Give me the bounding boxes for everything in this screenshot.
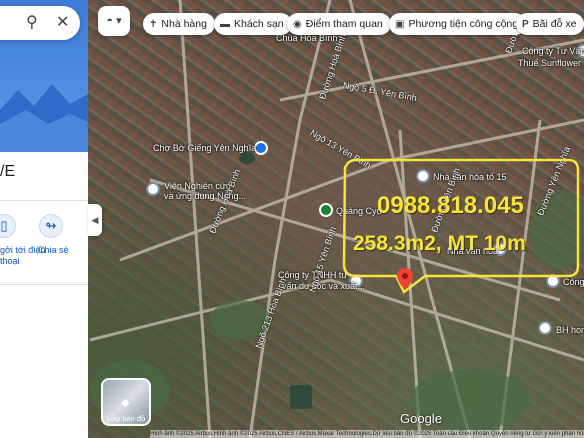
hotel-icon: ▬ (220, 19, 230, 30)
divider (0, 284, 88, 285)
layer-toggle-label: Lớp bản đồ (107, 414, 146, 423)
collapse-panel-button[interactable]: ◀ (88, 204, 102, 236)
chip-label: Bãi đỗ xe (532, 18, 577, 30)
land-area-text: 258.3m2, MT 10m (353, 232, 526, 255)
chip-transit[interactable]: ▣ Phương tiện công cộng (389, 13, 527, 35)
divider (0, 200, 88, 201)
search-box[interactable]: ⚲ ✕ (0, 6, 80, 40)
chip-parking[interactable]: P Bãi đỗ xe (516, 13, 584, 35)
chevron-left-icon: ◀ (91, 215, 99, 225)
chip-restaurants[interactable]: ✝ Nhà hàng (143, 13, 215, 35)
search-icon[interactable]: ⚲ (26, 14, 38, 32)
parking-icon: P (522, 19, 529, 30)
google-logo: Google (400, 411, 442, 426)
mountain-graphic (0, 84, 88, 152)
close-icon[interactable]: ✕ (56, 14, 69, 32)
camera-icon: ◉ (293, 19, 302, 30)
restaurant-icon: ✝ (149, 19, 158, 30)
phone-number: 0988.818.045 (377, 192, 524, 219)
chip-label: Điểm tham quan (305, 18, 383, 30)
phone-icon: ▯ (0, 218, 8, 233)
attribution-footer[interactable]: Hình ảnh ©2025 Airbus,Hình ảnh ©2025 Air… (150, 430, 584, 438)
map-layer-toggle[interactable]: ◆ Lớp bản đồ (101, 378, 151, 426)
place-title: /E (0, 163, 16, 180)
place-panel: ⚲ ✕ /E ▯ gởi tới điện thoại ↬ Chia sẻ (0, 0, 88, 438)
location-pin-icon[interactable] (397, 268, 413, 290)
transit-icon: ▣ (395, 19, 405, 30)
layers-icon: ◆ (121, 397, 130, 409)
share-label[interactable]: Chia sẻ (38, 245, 69, 256)
chip-label: Nhà hàng (161, 18, 207, 30)
share-icon: ↬ (45, 218, 57, 233)
chip-label: Phương tiện công cộng (408, 18, 519, 30)
layers-dropdown-button[interactable]: ◓ ▾ (98, 6, 130, 36)
chip-hotels[interactable]: ▬ Khách sạn (214, 13, 292, 35)
share-button[interactable]: ↬ (39, 214, 63, 238)
chip-attractions[interactable]: ◉ Điểm tham quan (287, 13, 391, 35)
layers-icon: ◓ ▾ (106, 15, 122, 27)
chip-label: Khách sạn (234, 18, 284, 30)
send-to-phone-button[interactable]: ▯ (0, 214, 16, 238)
send-to-phone-label-line2[interactable]: thoại (0, 256, 20, 267)
